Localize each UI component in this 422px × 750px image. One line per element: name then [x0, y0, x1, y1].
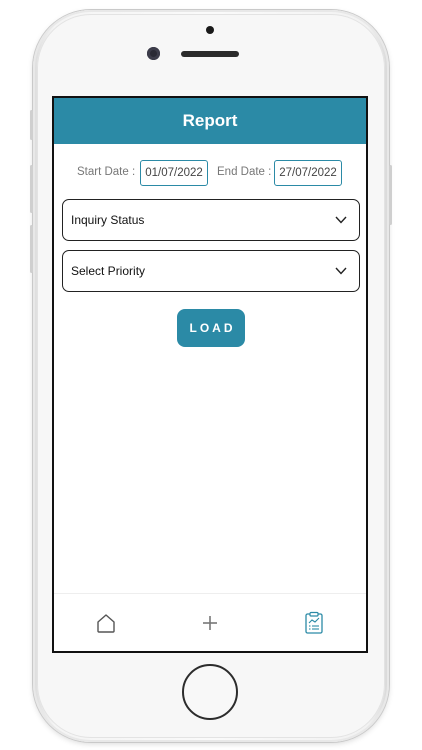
earpiece-speaker [181, 51, 239, 57]
priority-select[interactable]: Select Priority [62, 250, 360, 292]
inquiry-status-value: Inquiry Status [71, 213, 145, 227]
nav-home[interactable] [76, 603, 136, 643]
report-clipboard-icon [305, 611, 323, 634]
nav-add[interactable] [180, 603, 240, 643]
nav-report[interactable] [284, 603, 344, 643]
volume-up-button [30, 165, 33, 213]
volume-down-button [30, 225, 33, 273]
mute-switch [30, 110, 33, 140]
front-camera [147, 47, 160, 60]
start-date-field[interactable]: 01/07/2022 [140, 160, 208, 186]
date-range-row: Start Date : 01/07/2022 End Date : 27/07… [54, 160, 366, 186]
app-screen: Report Start Date : 01/07/2022 End Date … [52, 96, 368, 653]
chevron-down-icon [335, 267, 347, 275]
app-header: Report [54, 98, 366, 144]
home-icon [97, 613, 115, 633]
load-button[interactable]: LOAD [177, 309, 245, 347]
chevron-down-icon [335, 216, 347, 224]
end-date-field[interactable]: 27/07/2022 [274, 160, 342, 186]
bottom-navigation [54, 593, 366, 651]
priority-value: Select Priority [71, 264, 146, 278]
proximity-sensor [206, 26, 214, 34]
home-button[interactable] [182, 664, 238, 720]
start-date-label: Start Date : [77, 166, 136, 178]
power-button [389, 165, 392, 225]
page-title: Report [182, 111, 238, 130]
end-date-label: End Date : [217, 166, 272, 178]
plus-icon [203, 615, 217, 630]
inquiry-status-select[interactable]: Inquiry Status [62, 199, 360, 241]
